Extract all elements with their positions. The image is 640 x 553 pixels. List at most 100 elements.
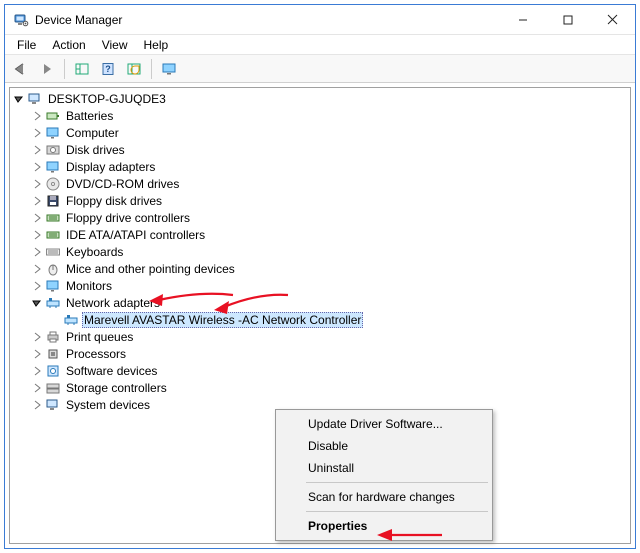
net-icon [45, 295, 61, 311]
menubar: File Action View Help [5, 35, 635, 55]
net-icon [63, 312, 79, 328]
tree-item-label: Floppy disk drives [64, 194, 164, 208]
forward-button[interactable] [35, 58, 59, 80]
system-icon [45, 397, 61, 413]
context-menu-gutter [278, 412, 302, 538]
expand-icon[interactable] [30, 347, 44, 361]
expand-icon[interactable] [30, 194, 44, 208]
tree-category[interactable]: IDE ATA/ATAPI controllers [12, 226, 630, 243]
expand-icon[interactable] [30, 211, 44, 225]
tree-item-label: DESKTOP-GJUQDE3 [46, 92, 168, 106]
expand-icon[interactable] [30, 381, 44, 395]
tree-item-label: Marevell AVASTAR Wireless -AC Network Co… [82, 312, 363, 328]
tree-root[interactable]: DESKTOP-GJUQDE3 [12, 90, 630, 107]
content-area: DESKTOP-GJUQDE3 Batteries Computer Disk dri… [5, 83, 635, 548]
expand-icon[interactable] [30, 126, 44, 140]
controller-icon [45, 210, 61, 226]
tree-category[interactable]: Display adapters [12, 158, 630, 175]
close-button[interactable] [590, 6, 635, 34]
tree-item-label: Keyboards [64, 245, 125, 259]
tree-item-label: Print queues [64, 330, 135, 344]
window-controls [500, 6, 635, 34]
tree-item-label: Monitors [64, 279, 114, 293]
expand-icon[interactable] [30, 177, 44, 191]
tree-category[interactable]: Keyboards [12, 243, 630, 260]
cm-uninstall[interactable]: Uninstall [278, 457, 490, 479]
maximize-button[interactable] [545, 6, 590, 34]
tree-item-label: Disk drives [64, 143, 127, 157]
cm-update-driver[interactable]: Update Driver Software... [278, 413, 490, 435]
monitor-toolbar-button[interactable] [157, 58, 181, 80]
show-hide-tree-button[interactable] [70, 58, 94, 80]
tree-item-label: Processors [64, 347, 128, 361]
toolbar: ? [5, 55, 635, 83]
display-icon [45, 159, 61, 175]
tree-item-label: Software devices [64, 364, 159, 378]
tree-category[interactable]: Floppy drive controllers [12, 209, 630, 226]
expand-icon[interactable] [30, 245, 44, 259]
cm-properties[interactable]: Properties [278, 515, 490, 537]
titlebar: Device Manager [5, 5, 635, 35]
tree-category[interactable]: Processors [12, 345, 630, 362]
tree-category[interactable]: Print queues [12, 328, 630, 345]
tree-item-label: Network adapters [64, 296, 162, 310]
expand-icon[interactable] [30, 330, 44, 344]
floppy-icon [45, 193, 61, 209]
tree-category[interactable]: Software devices [12, 362, 630, 379]
printer-icon [45, 329, 61, 345]
menu-view[interactable]: View [94, 36, 136, 54]
mouse-icon [45, 261, 61, 277]
tree-item-label: Floppy drive controllers [64, 211, 192, 225]
tree-item-label: DVD/CD-ROM drives [64, 177, 181, 191]
tree-item-label: Mice and other pointing devices [64, 262, 237, 276]
tree-device-network[interactable]: Marevell AVASTAR Wireless -AC Network Co… [12, 311, 630, 328]
tree-category[interactable]: Network adapters [12, 294, 630, 311]
expand-icon[interactable] [30, 228, 44, 242]
scan-hardware-button[interactable] [122, 58, 146, 80]
cm-scan[interactable]: Scan for hardware changes [278, 486, 490, 508]
cd-icon [45, 176, 61, 192]
context-menu: Update Driver Software... Disable Uninst… [275, 409, 493, 541]
menu-help[interactable]: Help [136, 36, 177, 54]
collapse-icon[interactable] [30, 296, 44, 310]
tree-item-label: Batteries [64, 109, 115, 123]
tree-item-label: Computer [64, 126, 121, 140]
expand-icon[interactable] [30, 143, 44, 157]
storage-icon [45, 380, 61, 396]
expand-icon[interactable] [30, 279, 44, 293]
back-button[interactable] [9, 58, 33, 80]
context-menu-separator [306, 482, 488, 483]
menu-action[interactable]: Action [44, 36, 93, 54]
tree-category[interactable]: DVD/CD-ROM drives [12, 175, 630, 192]
expand-icon[interactable] [30, 398, 44, 412]
controller-icon [45, 227, 61, 243]
cm-disable[interactable]: Disable [278, 435, 490, 457]
tree-category[interactable]: Floppy disk drives [12, 192, 630, 209]
tree-item-label: Display adapters [64, 160, 157, 174]
context-menu-separator [306, 511, 488, 512]
tree-category[interactable]: Disk drives [12, 141, 630, 158]
menu-file[interactable]: File [9, 36, 44, 54]
expand-icon[interactable] [30, 160, 44, 174]
tree-category[interactable]: Computer [12, 124, 630, 141]
keyboard-icon [45, 244, 61, 260]
device-manager-window: Device Manager File Action View Help [4, 4, 636, 549]
help-toolbar-button[interactable]: ? [96, 58, 120, 80]
tree-category[interactable]: Monitors [12, 277, 630, 294]
expand-icon[interactable] [30, 364, 44, 378]
expand-icon[interactable] [30, 262, 44, 276]
toolbar-separator [64, 59, 65, 79]
pc-icon [27, 91, 43, 107]
tree-item-label: IDE ATA/ATAPI controllers [64, 228, 207, 242]
app-icon [13, 12, 29, 28]
tree-category[interactable]: Mice and other pointing devices [12, 260, 630, 277]
tree-category[interactable]: Storage controllers [12, 379, 630, 396]
monitor-icon [45, 125, 61, 141]
minimize-button[interactable] [500, 6, 545, 34]
tree-item-label: System devices [64, 398, 152, 412]
cpu-icon [45, 346, 61, 362]
expand-icon[interactable] [30, 109, 44, 123]
tree-category[interactable]: Batteries [12, 107, 630, 124]
collapse-icon[interactable] [12, 92, 26, 106]
disk-icon [45, 142, 61, 158]
